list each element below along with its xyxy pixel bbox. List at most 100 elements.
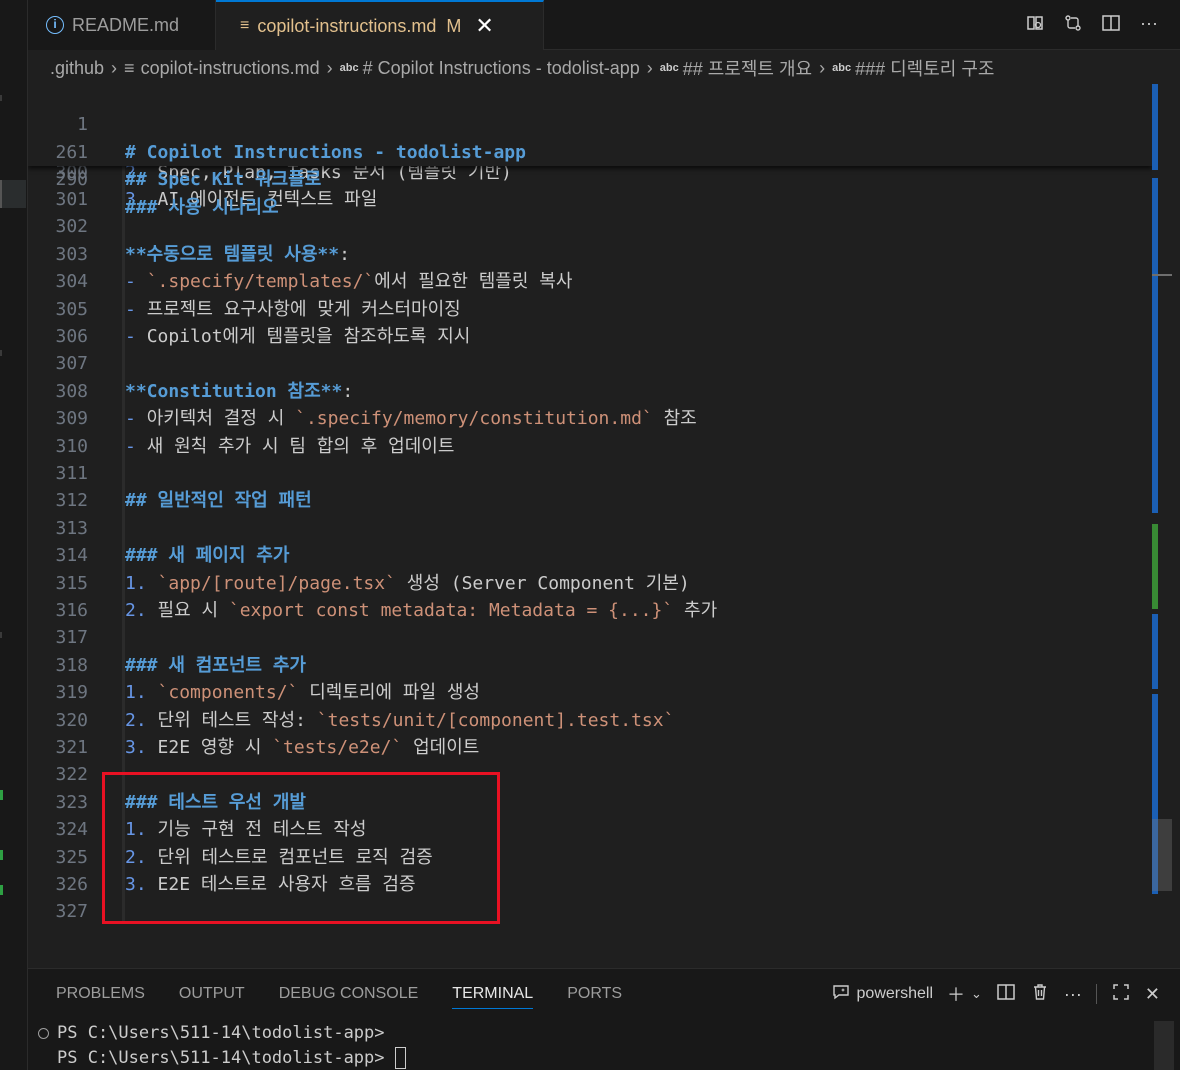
code-text: ### 새 컴포넌트 추가: [125, 652, 306, 679]
tab-readme[interactable]: i README.md: [28, 0, 216, 50]
more-actions-icon[interactable]: ···: [1138, 12, 1160, 34]
code-text: **수동으로 템플릿 사용**:: [125, 241, 350, 268]
code-line[interactable]: 318 ### 새 컴포넌트 추가: [28, 652, 1152, 679]
ruler-mark: [1152, 524, 1158, 609]
code-line[interactable]: 309 - 아키텍처 결정 시 `.specify/memory/constitu…: [28, 405, 1152, 432]
tab-output[interactable]: OUTPUT: [179, 985, 245, 1009]
line-number: 321: [55, 737, 88, 758]
ruler-cursor-mark: [1152, 274, 1172, 276]
maximize-panel-icon[interactable]: [1111, 982, 1131, 1007]
code-token: `components/`: [157, 682, 299, 704]
breadcrumb: .github › ≡ copilot-instructions.md › ab…: [50, 54, 994, 82]
code-line[interactable]: 320 2. 단위 테스트 작성: `tests/unit/[component]…: [28, 707, 1152, 734]
breadcrumb-item[interactable]: ### 디렉토리 구조: [855, 55, 994, 81]
code-token: 3.: [125, 737, 158, 758]
gutter-mark: [0, 95, 2, 101]
code-token: 아키텍처 결정 시: [146, 408, 296, 430]
code-line[interactable]: 303 **수동으로 템플릿 사용**:: [28, 241, 1152, 268]
line-number: 324: [55, 819, 88, 841]
code-token: 1.: [125, 682, 158, 704]
add-terminal-icon[interactable]: ＋: [947, 981, 965, 1007]
highlight-box: [102, 772, 500, 924]
ruler-mark: [1152, 84, 1158, 170]
sticky-line-text: ### 사용 시나리오: [125, 196, 279, 218]
line-number: 306: [55, 326, 88, 347]
code-line[interactable]: 308 **Constitution 참조**:: [28, 378, 1152, 405]
string-symbol-icon: abc: [832, 62, 852, 74]
gutter-mark: [0, 632, 2, 638]
compare-changes-icon[interactable]: [1062, 12, 1084, 34]
command-decoration-icon[interactable]: [38, 1027, 49, 1039]
line-number: 327: [55, 901, 88, 923]
split-editor-icon[interactable]: [1100, 12, 1122, 34]
code-token: 1.: [125, 572, 158, 594]
code-line[interactable]: 316 2. 필요 시 `export const metadata: Metad…: [28, 597, 1152, 624]
tab-problems[interactable]: PROBLEMS: [56, 985, 145, 1009]
code-token: -: [125, 326, 147, 347]
sticky-line[interactable]: 261 ## Spec Kit 워크플로: [28, 111, 1152, 190]
panel-actions: powershell ＋ ⌄ ··· ✕: [831, 981, 1160, 1007]
close-panel-icon[interactable]: ✕: [1145, 984, 1160, 1005]
close-icon[interactable]: ✕: [475, 13, 493, 39]
code-token: -: [125, 408, 147, 430]
sticky-line-text: ## Spec Kit 워크플로: [125, 169, 322, 191]
code-line[interactable]: 304 - `.specify/templates/`에서 필요한 템플릿 복사: [28, 268, 1152, 295]
breadcrumb-item[interactable]: ## 프로젝트 개요: [683, 55, 812, 81]
code-line[interactable]: 317: [28, 624, 1152, 651]
code-line[interactable]: 307: [28, 350, 1152, 377]
code-line[interactable]: 311: [28, 460, 1152, 487]
code-token: 에서 필요한 템플릿 복사: [374, 271, 573, 293]
code-line[interactable]: 310 - 새 원칙 추가 시 팀 합의 후 업데이트: [28, 433, 1152, 460]
split-terminal-icon[interactable]: [996, 982, 1016, 1007]
line-number: 315: [55, 572, 88, 594]
trash-icon[interactable]: [1030, 982, 1050, 1007]
editor-scrollbar[interactable]: [1152, 84, 1172, 956]
sticky-line[interactable]: 290 ### 사용 시나리오: [28, 139, 1152, 217]
breadcrumb-item[interactable]: .github: [50, 58, 104, 79]
chevron-down-icon[interactable]: ⌄: [971, 986, 982, 1002]
gutter-mark: [0, 850, 3, 860]
code-token: -: [125, 435, 147, 457]
code-text: 1. `components/` 디렉토리에 파일 생성: [125, 679, 480, 706]
tab-debug-console[interactable]: DEBUG CONSOLE: [279, 985, 419, 1009]
sparkle-chat-icon: [831, 982, 851, 1007]
code-token: 업데이트: [402, 737, 480, 758]
code-text: ### 새 페이지 추가: [125, 542, 289, 569]
panel-tabs: PROBLEMS OUTPUT DEBUG CONSOLE TERMINAL P…: [56, 985, 622, 1009]
code-token: 단위 테스트 작성:: [157, 709, 317, 731]
code-line[interactable]: 319 1. `components/` 디렉토리에 파일 생성: [28, 679, 1152, 706]
code-token: 생성 (Server Component 기본): [395, 572, 690, 594]
code-text: ## 일반적인 작업 패턴: [125, 487, 312, 514]
string-symbol-icon: abc: [659, 62, 679, 74]
sticky-line[interactable]: 1 # Copilot Instructions - todolist-app: [28, 84, 1152, 162]
tab-copilot-instructions[interactable]: ≡ copilot-instructions.md M ✕: [216, 0, 544, 50]
code-line[interactable]: 305 - 프로젝트 요구사항에 맞게 커스터마이징: [28, 296, 1152, 323]
code-editor[interactable]: 300 2. Spec, Plan, Tasks 문서 (템플릿 기반) 301 3.…: [28, 84, 1152, 956]
code-text: 1. `app/[route]/page.tsx` 생성 (Server Com…: [125, 570, 690, 597]
terminal-shell-selector[interactable]: powershell: [831, 982, 933, 1007]
breadcrumb-item[interactable]: # Copilot Instructions - todolist-app: [363, 58, 640, 79]
code-line[interactable]: 315 1. `app/[route]/page.tsx` 생성 (Server …: [28, 570, 1152, 597]
activity-selection[interactable]: [0, 180, 26, 208]
tab-ports[interactable]: PORTS: [567, 985, 622, 1009]
terminal-output[interactable]: PS C:\Users\511-14\todolist-app> PS C:\U…: [38, 1021, 406, 1070]
code-line[interactable]: 313: [28, 515, 1152, 542]
code-token: 새 원칙 추가 시 팀 합의 후 업데이트: [146, 435, 455, 457]
code-token: Copilot에게 템플릿을 참조하도록 지시: [146, 326, 471, 347]
scrollbar-thumb[interactable]: [1152, 819, 1172, 891]
code-line[interactable]: 306 - Copilot에게 템플릿을 참조하도록 지시: [28, 323, 1152, 350]
terminal-scrollbar[interactable]: [1154, 1021, 1174, 1070]
code-line[interactable]: 321 3. E2E 영향 시 `tests/e2e/` 업데이트: [28, 734, 1152, 761]
code-token: E2E 영향 시: [157, 737, 273, 758]
more-actions-icon[interactable]: ···: [1064, 984, 1082, 1005]
code-line[interactable]: 312 ## 일반적인 작업 패턴: [28, 487, 1152, 514]
tab-terminal[interactable]: TERMINAL: [452, 985, 534, 1009]
open-preview-icon[interactable]: [1024, 12, 1046, 34]
sticky-scroll-header[interactable]: 1 # Copilot Instructions - todolist-app …: [28, 84, 1152, 218]
code-token: 디렉토리에 파일 생성: [298, 682, 480, 704]
code-line[interactable]: 314 ### 새 페이지 추가: [28, 542, 1152, 569]
breadcrumb-item[interactable]: copilot-instructions.md: [141, 58, 320, 79]
ruler-mark: [1152, 614, 1158, 689]
chevron-right-icon: ›: [111, 57, 118, 78]
code-token: -: [125, 271, 147, 293]
